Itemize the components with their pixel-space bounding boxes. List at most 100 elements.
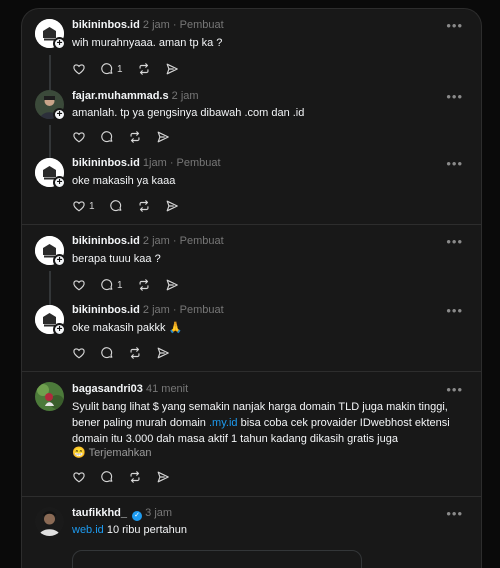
follow-plus-icon[interactable]: +: [53, 37, 66, 50]
grin-emoji: 😁: [72, 447, 86, 459]
post-header: bikininbos.id 2 jam · Pembuat: [72, 18, 224, 32]
thread-line: [49, 55, 51, 95]
translate-row: 😁 Terjemahkan: [72, 445, 467, 461]
domain-link[interactable]: .my.id: [209, 417, 238, 429]
send-icon: [165, 278, 179, 292]
author-tag: Pembuat: [179, 304, 224, 316]
reply-button[interactable]: [100, 470, 114, 484]
share-button[interactable]: [165, 199, 179, 213]
username[interactable]: bikininbos.id: [72, 304, 140, 316]
post-header: bikininbos.id 2 jam · Pembuat: [72, 234, 224, 248]
follow-plus-icon[interactable]: +: [53, 323, 66, 336]
timestamp[interactable]: 2 jam: [143, 304, 170, 316]
reply-button[interactable]: 1: [100, 62, 123, 76]
post-text: amanlah. tp ya gengsinya dibawah .com da…: [72, 107, 305, 119]
timestamp[interactable]: 2 jam: [143, 19, 170, 31]
timestamp[interactable]: 41 menit: [146, 383, 188, 395]
comment-icon: [100, 62, 114, 76]
share-button[interactable]: [165, 62, 179, 76]
repost-button[interactable]: [137, 278, 151, 292]
avatar[interactable]: [35, 382, 64, 411]
comment-icon: [100, 130, 114, 144]
comment-icon: [109, 199, 123, 213]
repost-button[interactable]: [128, 470, 142, 484]
post-header: taufikkhd_ ✓ 3 jam: [72, 506, 172, 521]
share-button[interactable]: [156, 346, 170, 360]
repost-icon: [128, 346, 142, 360]
username[interactable]: bikininbos.id: [72, 19, 140, 31]
action-bar: [72, 469, 184, 485]
heart-icon: [72, 130, 86, 144]
divider: [22, 496, 481, 497]
separator: ·: [172, 304, 177, 316]
repost-button[interactable]: [128, 130, 142, 144]
divider: [22, 224, 481, 225]
action-bar: 1: [72, 277, 193, 293]
more-options-button[interactable]: •••: [446, 506, 463, 521]
author-tag: Pembuat: [179, 235, 224, 247]
reply-button[interactable]: [100, 130, 114, 144]
share-button[interactable]: [165, 278, 179, 292]
share-button[interactable]: [156, 130, 170, 144]
send-icon: [165, 62, 179, 76]
post-text: web.id 10 ribu pertahun: [72, 522, 467, 538]
username[interactable]: bikininbos.id: [72, 235, 140, 247]
more-options-button[interactable]: •••: [446, 18, 463, 33]
post-text: oke makasih pakkk 🙏: [72, 322, 183, 334]
repost-icon: [137, 199, 151, 213]
post-header: bikininbos.id 1jam · Pembuat: [72, 156, 221, 170]
username[interactable]: taufikkhd_: [72, 507, 127, 519]
like-button[interactable]: [72, 130, 86, 144]
send-icon: [156, 130, 170, 144]
username[interactable]: fajar.muhammad.s: [72, 90, 169, 102]
comment-icon: [100, 278, 114, 292]
more-options-button[interactable]: •••: [446, 156, 463, 171]
follow-plus-icon[interactable]: +: [53, 176, 66, 189]
repost-button[interactable]: [137, 199, 151, 213]
repost-button[interactable]: [128, 346, 142, 360]
follow-plus-icon[interactable]: +: [53, 108, 66, 121]
heart-icon: [72, 470, 86, 484]
username[interactable]: bagasandri03: [72, 383, 143, 395]
timestamp[interactable]: 3 jam: [145, 507, 172, 519]
link-preview-card[interactable]: [72, 550, 362, 568]
more-options-button[interactable]: •••: [446, 303, 463, 318]
follow-plus-icon[interactable]: +: [53, 254, 66, 267]
more-options-button[interactable]: •••: [446, 89, 463, 104]
reply-button[interactable]: 1: [100, 278, 123, 292]
send-icon: [165, 199, 179, 213]
repost-icon: [137, 278, 151, 292]
domain-link[interactable]: web.id: [72, 524, 104, 536]
timestamp[interactable]: 2 jam: [172, 90, 199, 102]
action-bar: 1: [72, 198, 193, 214]
reply-button[interactable]: [109, 199, 123, 213]
timestamp[interactable]: 2 jam: [143, 235, 170, 247]
more-options-button[interactable]: •••: [446, 234, 463, 249]
repost-icon: [137, 62, 151, 76]
comment-icon: [100, 346, 114, 360]
like-button[interactable]: [72, 278, 86, 292]
separator: ·: [172, 19, 177, 31]
repost-button[interactable]: [137, 62, 151, 76]
divider: [22, 371, 481, 372]
post-header: bikininbos.id 2 jam · Pembuat: [72, 303, 224, 317]
verified-badge-icon: ✓: [132, 511, 143, 521]
heart-icon: [72, 278, 86, 292]
translate-button[interactable]: Terjemahkan: [89, 447, 152, 459]
reply-button[interactable]: [100, 346, 114, 360]
more-options-button[interactable]: •••: [446, 382, 463, 397]
like-button[interactable]: [72, 470, 86, 484]
avatar[interactable]: [35, 507, 64, 536]
timestamp[interactable]: 1jam: [143, 157, 167, 169]
heart-icon: [72, 199, 86, 213]
like-button[interactable]: 1: [72, 199, 95, 213]
post-text: wih murahnyaaa. aman tp ka ?: [72, 37, 223, 49]
like-button[interactable]: [72, 62, 86, 76]
username[interactable]: bikininbos.id: [72, 157, 140, 169]
like-button[interactable]: [72, 346, 86, 360]
share-button[interactable]: [156, 470, 170, 484]
post-text: berapa tuuu kaa ?: [72, 253, 161, 265]
send-icon: [156, 470, 170, 484]
send-icon: [156, 346, 170, 360]
action-bar: 1: [72, 61, 193, 77]
